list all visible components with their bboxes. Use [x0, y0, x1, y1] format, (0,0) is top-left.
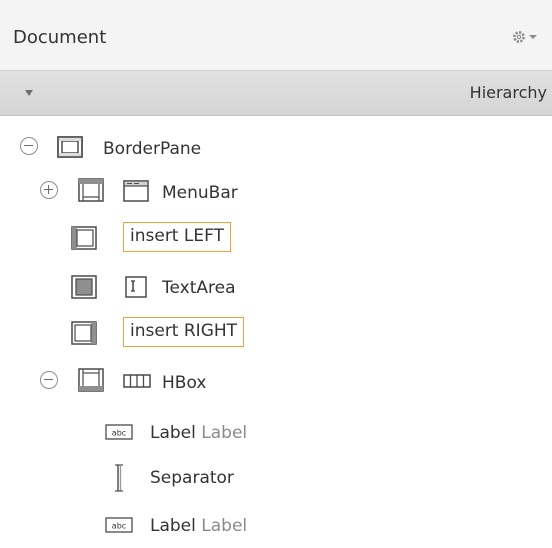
- collapse-toggle-icon[interactable]: [40, 371, 58, 389]
- borderpane-label: BorderPane: [103, 139, 202, 159]
- settings-menu-button[interactable]: [511, 27, 545, 47]
- label-type: Label: [150, 516, 196, 536]
- center-region-icon: [71, 275, 97, 299]
- label-text: Label: [201, 516, 248, 536]
- insert-right-placeholder[interactable]: insert RIGHT: [123, 317, 245, 347]
- bottom-region-icon: [78, 368, 104, 392]
- label-type: Label: [150, 423, 196, 443]
- menubar-icon: [123, 180, 149, 202]
- separator-label: Separator: [150, 468, 234, 488]
- svg-text:abc: abc: [112, 522, 126, 531]
- menubar-label: MenuBar: [162, 183, 238, 203]
- document-header: Document: [0, 0, 552, 71]
- document-title: Document: [13, 27, 107, 48]
- collapse-toggle-icon[interactable]: [20, 137, 38, 155]
- tree-row-separator[interactable]: Separator: [0, 455, 552, 499]
- insert-left-placeholder[interactable]: insert LEFT: [123, 222, 231, 252]
- expand-toggle-icon[interactable]: [40, 181, 58, 199]
- label-icon: abc: [105, 424, 133, 440]
- left-region-icon: [71, 226, 97, 250]
- tree-row-label[interactable]: abc Label Label: [0, 410, 552, 454]
- document-panel: Document Hierarchy BorderPane MenuBar in…: [0, 0, 552, 548]
- textarea-label: TextArea: [162, 278, 236, 298]
- label-text: Label: [201, 423, 248, 443]
- right-region-icon: [71, 321, 97, 345]
- tree-row-insert-left[interactable]: insert LEFT: [0, 217, 552, 261]
- hbox-label: HBox: [162, 373, 207, 393]
- tree-row-hbox[interactable]: HBox: [0, 360, 552, 404]
- tree-row-insert-right[interactable]: insert RIGHT: [0, 312, 552, 356]
- gear-icon: [513, 31, 525, 43]
- tree-row-borderpane[interactable]: BorderPane: [0, 126, 552, 170]
- textarea-icon: [125, 276, 147, 298]
- tree-row-menubar[interactable]: MenuBar: [0, 170, 552, 214]
- borderpane-icon: [57, 136, 83, 158]
- chevron-down-icon: [529, 35, 537, 39]
- hierarchy-section-header[interactable]: Hierarchy: [0, 71, 552, 116]
- tree-row-textarea[interactable]: TextArea: [0, 265, 552, 309]
- tree-row-label[interactable]: abc Label Label: [0, 503, 552, 547]
- separator-icon: [115, 464, 123, 492]
- hierarchy-title: Hierarchy: [469, 83, 547, 102]
- svg-text:abc: abc: [112, 429, 126, 438]
- triangle-down-icon[interactable]: [22, 87, 36, 99]
- hbox-icon: [123, 374, 151, 388]
- label-icon: abc: [105, 517, 133, 533]
- top-region-icon: [78, 178, 104, 202]
